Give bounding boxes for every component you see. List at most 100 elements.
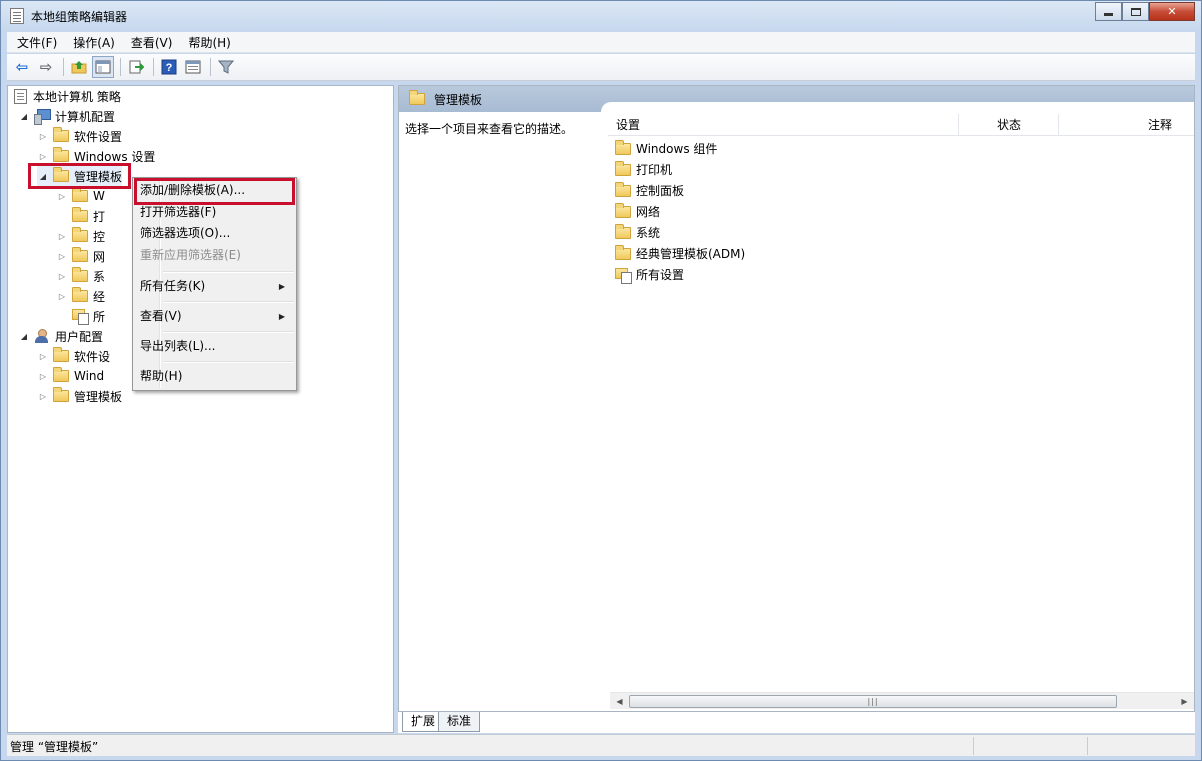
expand-icon[interactable]: ▷	[56, 230, 68, 242]
collapse-icon[interactable]: ◢	[18, 330, 30, 342]
ctx-label: 帮助(H)	[140, 369, 183, 383]
scroll-right-icon[interactable]: ▶	[1176, 694, 1193, 709]
menu-action[interactable]: 操作(A)	[67, 34, 121, 51]
status-bar: 管理 “管理模板”	[7, 734, 1195, 756]
column-header-setting[interactable]: 设置	[608, 114, 959, 136]
expand-icon[interactable]: ▷	[37, 130, 49, 142]
horizontal-scrollbar[interactable]: ◀ ||| ▶	[610, 692, 1194, 709]
tree-item-admin-child[interactable]: ▷ 经	[56, 286, 105, 306]
folder-icon	[72, 247, 88, 262]
help-button[interactable]: ?	[158, 56, 180, 78]
expand-icon[interactable]: ▷	[56, 270, 68, 282]
back-button[interactable]: ⇦	[11, 56, 33, 78]
expand-icon[interactable]: ▷	[37, 150, 49, 162]
list-item[interactable]: 打印机	[615, 159, 672, 180]
tree-item-admin-child[interactable]: ▷ 控	[56, 226, 105, 246]
minimize-button[interactable]	[1095, 2, 1122, 21]
forward-button[interactable]: ⇨	[35, 56, 57, 78]
maximize-button[interactable]	[1122, 2, 1149, 21]
tree-item-user-software[interactable]: ▷ 软件设	[37, 346, 110, 366]
column-header-state[interactable]: 状态	[959, 114, 1059, 136]
folder-icon	[615, 181, 631, 197]
collapse-icon[interactable]: ◢	[18, 110, 30, 122]
folder-icon	[72, 207, 88, 222]
list-item[interactable]: 系统	[615, 222, 660, 243]
expand-icon[interactable]: ▷	[56, 290, 68, 302]
tree-item-admin-child[interactable]: ▷ 系	[56, 266, 105, 286]
folder-icon	[615, 244, 631, 260]
tree-label: 计算机配置	[55, 109, 116, 124]
minimize-icon	[1104, 13, 1113, 16]
toolbar: ⇦ ⇨ ?	[7, 54, 1195, 81]
ctx-all-tasks[interactable]: 所有任务(K) ▶	[135, 276, 294, 297]
tree-item-user-admin-templates[interactable]: ▷ 管理模板	[37, 386, 122, 406]
tree-item-admin-child[interactable]: 所	[72, 306, 105, 326]
toolbar-separator	[63, 58, 64, 76]
ctx-help[interactable]: 帮助(H)	[135, 366, 294, 387]
back-arrow-icon: ⇦	[15, 58, 29, 76]
ctx-view[interactable]: 查看(V) ▶	[135, 306, 294, 327]
scroll-thumb[interactable]: |||	[629, 695, 1117, 708]
tree-item-admin-child[interactable]: 打	[72, 206, 105, 226]
expand-icon[interactable]: ▷	[56, 190, 68, 202]
folder-icon	[53, 367, 69, 382]
up-level-button[interactable]	[68, 56, 90, 78]
list-item[interactable]: 控制面板	[615, 180, 684, 201]
scroll-left-icon[interactable]: ◀	[611, 694, 628, 709]
export-icon	[129, 60, 144, 74]
tree-item-admin-child[interactable]: ▷ W	[56, 186, 105, 206]
tree-item-software-settings[interactable]: ▷ 软件设置	[37, 126, 122, 146]
tree-item-user-windows[interactable]: ▷ Wind	[37, 366, 104, 386]
description-text: 选择一个项目来查看它的描述。	[405, 122, 574, 136]
list-item[interactable]: 网络	[615, 201, 660, 222]
list-item-label: 经典管理模板(ADM)	[636, 247, 746, 261]
all-settings-icon	[615, 267, 632, 284]
tab-standard[interactable]: 标准	[438, 712, 481, 732]
svg-text:?: ?	[166, 62, 173, 74]
submenu-arrow-icon: ▶	[278, 282, 285, 291]
export-list-button[interactable]	[125, 56, 147, 78]
ctx-label: 导出列表(L)...	[140, 339, 216, 353]
expand-icon[interactable]: ▷	[37, 370, 49, 382]
app-window: 本地组策略编辑器 ✕ 文件(F) 操作(A) 查看(V) 帮助(H) ⇦ ⇨ ?	[0, 0, 1202, 761]
menu-view[interactable]: 查看(V)	[125, 34, 179, 51]
folder-icon	[53, 147, 69, 162]
close-button[interactable]: ✕	[1149, 2, 1195, 21]
tree-label: W	[93, 189, 105, 203]
filter-button[interactable]	[215, 56, 237, 78]
policy-document-icon	[14, 88, 27, 104]
annotation-highlight-tree	[28, 163, 131, 189]
list-item[interactable]: 经典管理模板(ADM)	[615, 243, 745, 264]
expand-icon[interactable]: ▷	[37, 390, 49, 402]
title-bar[interactable]: 本地组策略编辑器 ✕	[1, 1, 1201, 31]
close-icon: ✕	[1167, 5, 1177, 18]
column-header-comment[interactable]: 注释	[1059, 114, 1194, 136]
tree-label: 打	[93, 209, 106, 224]
user-icon	[34, 329, 50, 343]
expand-icon[interactable]: ▷	[56, 250, 68, 262]
tree-item-user-config[interactable]: ◢ 用户配置	[18, 326, 103, 346]
status-divider	[1087, 737, 1088, 755]
menu-file[interactable]: 文件(F)	[11, 34, 63, 51]
list-item-label: 打印机	[636, 163, 673, 177]
list-item[interactable]: Windows 组件	[615, 138, 717, 159]
ctx-filter-options[interactable]: 筛选器选项(O)...	[135, 223, 294, 244]
ctx-open-filter[interactable]: 打开筛选器(F)	[135, 202, 294, 223]
expand-icon[interactable]: ▷	[37, 350, 49, 362]
folder-icon	[72, 227, 88, 242]
ctx-label: 查看(V)	[140, 309, 182, 323]
tree-item-computer-config[interactable]: ◢ 计算机配置	[18, 106, 115, 126]
menu-separator	[163, 331, 294, 333]
details-title: 管理模板	[434, 92, 483, 107]
folder-icon	[72, 287, 88, 302]
show-hide-tree-button[interactable]	[92, 56, 114, 78]
toolbar-separator	[153, 58, 154, 76]
computer-icon	[34, 109, 51, 125]
list-item[interactable]: 所有设置	[615, 264, 684, 285]
tab-label: 标准	[447, 714, 472, 728]
tree-item-root[interactable]: 本地计算机 策略	[14, 86, 121, 106]
properties-button[interactable]	[182, 56, 204, 78]
tree-item-admin-child[interactable]: ▷ 网	[56, 246, 105, 266]
ctx-export-list[interactable]: 导出列表(L)...	[135, 336, 294, 357]
menu-help[interactable]: 帮助(H)	[182, 34, 236, 51]
